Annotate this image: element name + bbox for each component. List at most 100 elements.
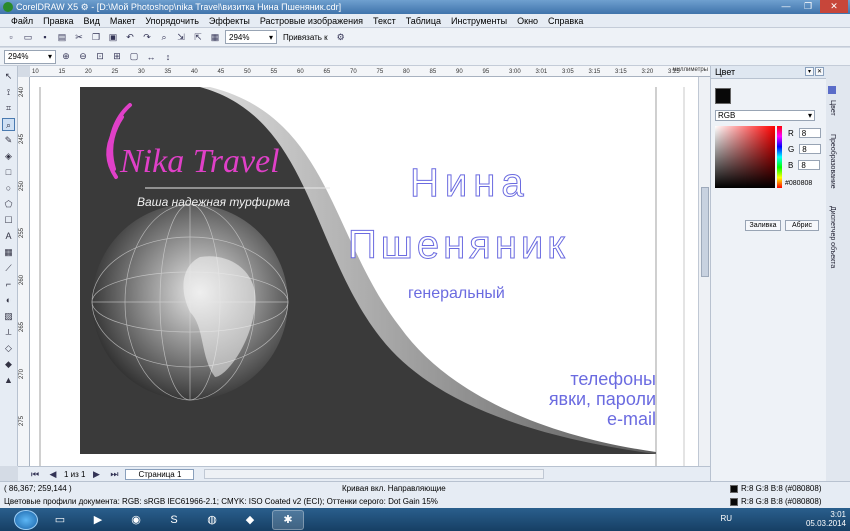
last-name: Пшеняник: [348, 223, 569, 268]
print-icon[interactable]: ▤: [55, 30, 69, 44]
coreldraw-taskbar-icon[interactable]: ✱: [272, 509, 304, 530]
last-page-icon[interactable]: ⏭: [107, 467, 121, 481]
menu-help[interactable]: Справка: [543, 16, 588, 26]
menu-bitmaps[interactable]: Растровые изображения: [255, 16, 368, 26]
language-indicator[interactable]: RU: [720, 514, 732, 523]
redo-icon[interactable]: ↷: [140, 30, 154, 44]
hex-value[interactable]: #080808: [785, 180, 812, 187]
scroll-thumb[interactable]: [701, 187, 709, 277]
color-profiles[interactable]: Цветовые профили документа: RGB: sRGB IE…: [4, 497, 438, 506]
media-player-icon[interactable]: ▶: [82, 510, 114, 530]
transparency-tool-icon[interactable]: ▨: [2, 310, 15, 323]
drawing-canvas[interactable]: Nika Travel Ваша надежная турфирма Нина …: [30, 77, 698, 466]
maximize-button[interactable]: ❐: [798, 0, 818, 13]
minimize-button[interactable]: —: [776, 0, 796, 13]
color-picker-square[interactable]: [715, 126, 775, 188]
app-icon[interactable]: ◆: [234, 510, 266, 530]
page-tab[interactable]: Страница 1: [125, 468, 195, 480]
publish-pdf-icon[interactable]: ▦: [208, 30, 222, 44]
zoom-tool-icon[interactable]: ⌕: [2, 118, 15, 131]
zoom-height-icon[interactable]: ↕: [161, 50, 175, 64]
search-icon[interactable]: ⌕: [157, 30, 171, 44]
table-tool-icon[interactable]: ▦: [2, 246, 15, 259]
menu-view[interactable]: Вид: [79, 16, 105, 26]
export-icon[interactable]: ⇱: [191, 30, 205, 44]
freehand-tool-icon[interactable]: ✎: [2, 134, 15, 147]
pick-tool-icon[interactable]: ↖: [2, 70, 15, 83]
system-clock[interactable]: 3:01 05.03.2014: [806, 510, 846, 528]
shape-tool-icon[interactable]: ⟟: [2, 86, 15, 99]
horizontal-ruler[interactable]: 10 15 20 25 30 35 40 45 50 55 60 65 70 75 80 85 90 95 3:00…: [30, 66, 710, 77]
docker-close-icon[interactable]: ✕: [815, 67, 824, 76]
dimension-tool-icon[interactable]: ⟋: [2, 262, 15, 275]
polygon-tool-icon[interactable]: ⬠: [2, 198, 15, 211]
skype-icon[interactable]: S: [158, 510, 190, 530]
horizontal-scrollbar[interactable]: [204, 469, 545, 479]
fill-tool-icon[interactable]: ◆: [2, 358, 15, 371]
tab-object-manager[interactable]: Диспетчер объекта: [829, 206, 836, 268]
ruler-tick: 35: [164, 69, 172, 75]
snap-to-dropdown[interactable]: Привязать к: [280, 33, 331, 42]
hue-slider[interactable]: [777, 126, 782, 188]
r-input[interactable]: 8: [798, 128, 821, 138]
first-name: Нина: [410, 161, 530, 206]
menu-file[interactable]: Файл: [6, 16, 38, 26]
menu-layout[interactable]: Макет: [105, 16, 140, 26]
zoom-page-icon[interactable]: ▢: [127, 50, 141, 64]
ellipse-tool-icon[interactable]: ○: [2, 182, 15, 195]
zoom-selected-icon[interactable]: ⊡: [93, 50, 107, 64]
tab-transform[interactable]: Преобразование: [829, 134, 836, 189]
interactive-fill-icon[interactable]: ▲: [2, 374, 15, 387]
open-icon[interactable]: ▭: [21, 30, 35, 44]
text-tool-icon[interactable]: A: [2, 230, 15, 243]
undo-icon[interactable]: ↶: [123, 30, 137, 44]
explorer-icon[interactable]: ▭: [44, 510, 76, 530]
eyedropper-tool-icon[interactable]: ⟂: [2, 326, 15, 339]
docker-pin-icon[interactable]: ▾: [805, 67, 814, 76]
ruler-tick: 85: [429, 69, 437, 75]
rectangle-tool-icon[interactable]: □: [2, 166, 15, 179]
zoom-all-icon[interactable]: ⊞: [110, 50, 124, 64]
g-input[interactable]: 8: [799, 144, 822, 154]
crop-tool-icon[interactable]: ⌗: [2, 102, 15, 115]
color-model-select[interactable]: RGB: [715, 110, 815, 121]
copy-icon[interactable]: ❐: [89, 30, 103, 44]
import-icon[interactable]: ⇲: [174, 30, 188, 44]
vertical-ruler[interactable]: 240 245 250 255 260 265 270 275: [18, 77, 30, 467]
menu-effects[interactable]: Эффекты: [204, 16, 255, 26]
tab-color[interactable]: Цвет: [829, 100, 836, 116]
save-icon[interactable]: ▪: [38, 30, 52, 44]
zoom-level-select-2[interactable]: 294% ▾: [4, 49, 56, 64]
menu-text[interactable]: Текст: [368, 16, 401, 26]
prev-page-icon[interactable]: ◀: [46, 467, 60, 481]
basic-shapes-icon[interactable]: ☐: [2, 214, 15, 227]
fill-button[interactable]: Заливка: [745, 220, 781, 231]
menu-arrange[interactable]: Упорядочить: [140, 16, 204, 26]
close-button[interactable]: ✕: [820, 0, 848, 13]
start-button[interactable]: [14, 509, 38, 530]
new-document-icon[interactable]: ▫: [4, 30, 18, 44]
b-input[interactable]: 8: [798, 160, 821, 170]
next-page-icon[interactable]: ▶: [89, 467, 103, 481]
options-icon[interactable]: ⚙: [334, 30, 348, 44]
menu-window[interactable]: Окно: [512, 16, 543, 26]
vertical-scrollbar[interactable]: [698, 77, 710, 466]
zoom-out-icon[interactable]: ⊖: [76, 50, 90, 64]
blend-tool-icon[interactable]: ◐: [2, 294, 15, 307]
outline-tool-icon[interactable]: ◇: [2, 342, 15, 355]
first-page-icon[interactable]: ⏮: [28, 467, 42, 481]
menu-table[interactable]: Таблица: [401, 16, 446, 26]
palette-icon[interactable]: [828, 86, 836, 94]
outline-button[interactable]: Абрис: [785, 220, 819, 231]
menu-tools[interactable]: Инструменты: [446, 16, 512, 26]
zoom-width-icon[interactable]: ↔: [144, 50, 158, 64]
zoom-in-icon[interactable]: ⊕: [59, 50, 73, 64]
cut-icon[interactable]: ✂: [72, 30, 86, 44]
firefox-icon[interactable]: ◍: [196, 510, 228, 530]
chrome-icon[interactable]: ◉: [120, 510, 152, 530]
zoom-level-select[interactable]: 294% ▾: [225, 30, 277, 44]
connector-tool-icon[interactable]: ⌐: [2, 278, 15, 291]
paste-icon[interactable]: ▣: [106, 30, 120, 44]
menu-edit[interactable]: Правка: [38, 16, 78, 26]
smart-fill-icon[interactable]: ◈: [2, 150, 15, 163]
